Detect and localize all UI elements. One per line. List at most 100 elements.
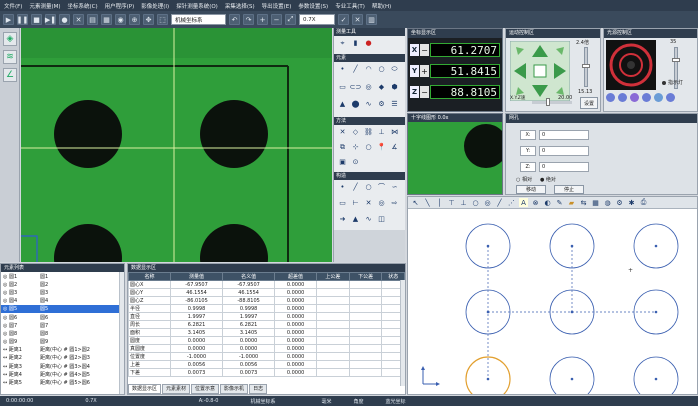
- list-item[interactable]: ◎ 圆1 圆1: [1, 272, 124, 280]
- ring-icon[interactable]: ◎: [363, 82, 374, 92]
- poly-icon[interactable]: ⬢: [389, 82, 400, 92]
- settings-button[interactable]: 设置: [580, 97, 598, 109]
- coord-system-select[interactable]: 机械坐标系: [171, 14, 226, 25]
- draw-fill-icon[interactable]: ◐: [543, 198, 552, 207]
- tab-4[interactable]: 日志: [249, 384, 268, 394]
- circle-small-icon[interactable]: ○: [363, 182, 374, 192]
- table-row[interactable]: 圆心X -67.9507 -67.9507 0.0000: [128, 280, 405, 289]
- table-row[interactable]: 圆度 0.0000 0.0000 0.0000: [128, 336, 405, 345]
- draw-ring-icon[interactable]: ◎: [483, 198, 492, 207]
- play-icon[interactable]: ▶: [3, 14, 14, 25]
- zoom-select[interactable]: 0.7X: [299, 14, 335, 25]
- record-icon[interactable]: ●: [59, 14, 70, 25]
- arc-icon[interactable]: ◠: [363, 64, 374, 74]
- probe-icon[interactable]: ⊕: [129, 14, 140, 25]
- camera-icon[interactable]: ◉: [115, 14, 126, 25]
- axis-z-sign[interactable]: −: [420, 86, 429, 98]
- light-mode-3-icon[interactable]: [630, 93, 639, 102]
- column-header[interactable]: 下公差: [348, 272, 383, 281]
- z-speed-slider[interactable]: [582, 47, 590, 87]
- curve2-icon[interactable]: ⌒: [376, 182, 387, 192]
- draw-arrows-icon[interactable]: ⇆: [579, 198, 588, 207]
- list-item[interactable]: ↔ 距离4 距离(中心 # 圆4>圆5: [1, 370, 124, 378]
- menu-item-10[interactable]: 帮助(H): [372, 2, 391, 10]
- table-row[interactable]: 周长 6.2821 6.2821 0.0000: [128, 320, 405, 329]
- chain-icon[interactable]: ⛓: [363, 127, 374, 137]
- draw-zigzag-icon[interactable]: ⋰: [507, 198, 516, 207]
- table-row[interactable]: 圆心Y 46.1554 46.1554 0.0000: [128, 288, 405, 297]
- light-mode-5-icon[interactable]: [654, 93, 663, 102]
- x-mark-icon[interactable]: ✕: [363, 198, 374, 208]
- list-item[interactable]: ◎ 圆8 圆8: [1, 329, 124, 337]
- slot-icon[interactable]: ⊂⊃: [350, 82, 362, 92]
- wave-icon[interactable]: ∽: [389, 182, 400, 192]
- draw-print-icon[interactable]: ⎙: [639, 198, 648, 207]
- draw-text-icon[interactable]: A: [519, 198, 528, 207]
- tab-1[interactable]: 元素素材: [162, 384, 191, 394]
- measure-mode-icon[interactable]: ◈: [3, 32, 17, 46]
- direction-pad[interactable]: [510, 41, 570, 101]
- layers-icon[interactable]: ≋: [3, 50, 17, 64]
- chart-icon[interactable]: ▥: [366, 14, 377, 25]
- table-row[interactable]: 上差 0.0056 0.0056 0.0000: [128, 360, 405, 369]
- draw-cap-icon[interactable]: ⊗: [531, 198, 540, 207]
- target-icon[interactable]: ⊙: [350, 157, 361, 167]
- sub-camera-view[interactable]: 十字线图形 0.0x: [407, 113, 503, 195]
- crosshair-tool-icon[interactable]: ⌖: [337, 38, 348, 48]
- draw-circle-icon[interactable]: ○: [471, 198, 480, 207]
- list-item[interactable]: ◎ 圆9 圆9: [1, 338, 124, 346]
- menu-item-6[interactable]: 采集选择(S): [225, 2, 255, 10]
- relative-radio[interactable]: ○ 相对: [516, 176, 532, 183]
- light-mode-4-icon[interactable]: [642, 93, 651, 102]
- fullscreen-icon[interactable]: ⤢: [285, 14, 296, 25]
- line-icon[interactable]: ╱: [350, 64, 361, 74]
- graphics-view[interactable]: ↖ ╲ │ ⊤ ⊥ ○ ◎ ╱ ⋰ A ⊗ ◐ ✎ ▰ ⇆ ▦ ◍ ⚙ ✱ ⎙: [407, 196, 698, 395]
- tab-3[interactable]: 影像示机: [220, 384, 249, 394]
- cube-icon[interactable]: ◫: [376, 214, 387, 224]
- draw-brush-icon[interactable]: ✎: [555, 198, 564, 207]
- free-curve-icon[interactable]: ∿: [363, 214, 374, 224]
- list-item[interactable]: ◎ 圆5 圆5: [1, 304, 124, 313]
- menu-item-8[interactable]: 参数设置(S): [298, 2, 328, 10]
- draw-arrow-icon[interactable]: ↖: [411, 198, 420, 207]
- cross-icon[interactable]: ✕: [337, 127, 348, 137]
- menu-item-7[interactable]: 导出设置(E): [262, 2, 292, 10]
- column-header[interactable]: 上公差: [316, 272, 350, 281]
- slash-icon[interactable]: ╱: [350, 182, 361, 192]
- dot-point-icon[interactable]: •: [337, 182, 348, 192]
- list-item[interactable]: ◎ 圆4 圆4: [1, 297, 124, 305]
- pin-tool-icon[interactable]: 📍: [376, 142, 387, 152]
- absolute-radio[interactable]: ● 绝对: [540, 176, 556, 183]
- draw-grid-icon[interactable]: ▦: [591, 198, 600, 207]
- angle-tool-icon[interactable]: ∡: [389, 142, 400, 152]
- curve-icon[interactable]: ∿: [363, 99, 374, 109]
- arrow-right-icon[interactable]: ⇨: [389, 198, 400, 208]
- list-item[interactable]: ↔ 距离3 距离(中心 # 圆3>圆4: [1, 362, 124, 370]
- zoom-in-icon[interactable]: +: [257, 14, 268, 25]
- list-item[interactable]: ↔ 距离2 距离(中心 # 圆2>圆3: [1, 354, 124, 362]
- draw-folder-icon[interactable]: ▰: [567, 198, 576, 207]
- move-button[interactable]: 移动: [516, 185, 546, 194]
- step-icon[interactable]: ▶❚: [45, 14, 56, 25]
- stop-button[interactable]: 停止: [554, 185, 584, 194]
- circle-mark-icon[interactable]: ◎: [376, 198, 387, 208]
- draw-settings-icon[interactable]: ⚙: [615, 198, 624, 207]
- element-scrollbar[interactable]: [119, 272, 124, 394]
- rect-outline-icon[interactable]: ▭: [337, 198, 348, 208]
- menu-item-9[interactable]: 专业工具(T): [335, 2, 365, 10]
- rectangle-icon[interactable]: ▭: [337, 82, 348, 92]
- light-mode-2-icon[interactable]: [618, 93, 627, 102]
- light-mode-6-icon[interactable]: [666, 93, 675, 102]
- table-row[interactable]: 直径 1.9997 1.9997 0.0000: [128, 312, 405, 321]
- camera-view[interactable]: [21, 28, 332, 262]
- menu-item-1[interactable]: 元素测量(M): [29, 2, 60, 10]
- column-header[interactable]: 超差值: [274, 272, 317, 281]
- close-tool-icon[interactable]: ✕: [352, 14, 363, 25]
- circle-icon[interactable]: ○: [376, 64, 387, 74]
- xy-speed-slider[interactable]: [532, 98, 572, 106]
- draw-t-icon[interactable]: ⊤: [447, 198, 456, 207]
- list-item[interactable]: ◎ 圆6 圆6: [1, 313, 124, 321]
- list-item[interactable]: ◎ 圆3 圆3: [1, 288, 124, 296]
- layout-icon[interactable]: ▤: [87, 14, 98, 25]
- red-dot-tool-icon[interactable]: ●: [363, 38, 374, 48]
